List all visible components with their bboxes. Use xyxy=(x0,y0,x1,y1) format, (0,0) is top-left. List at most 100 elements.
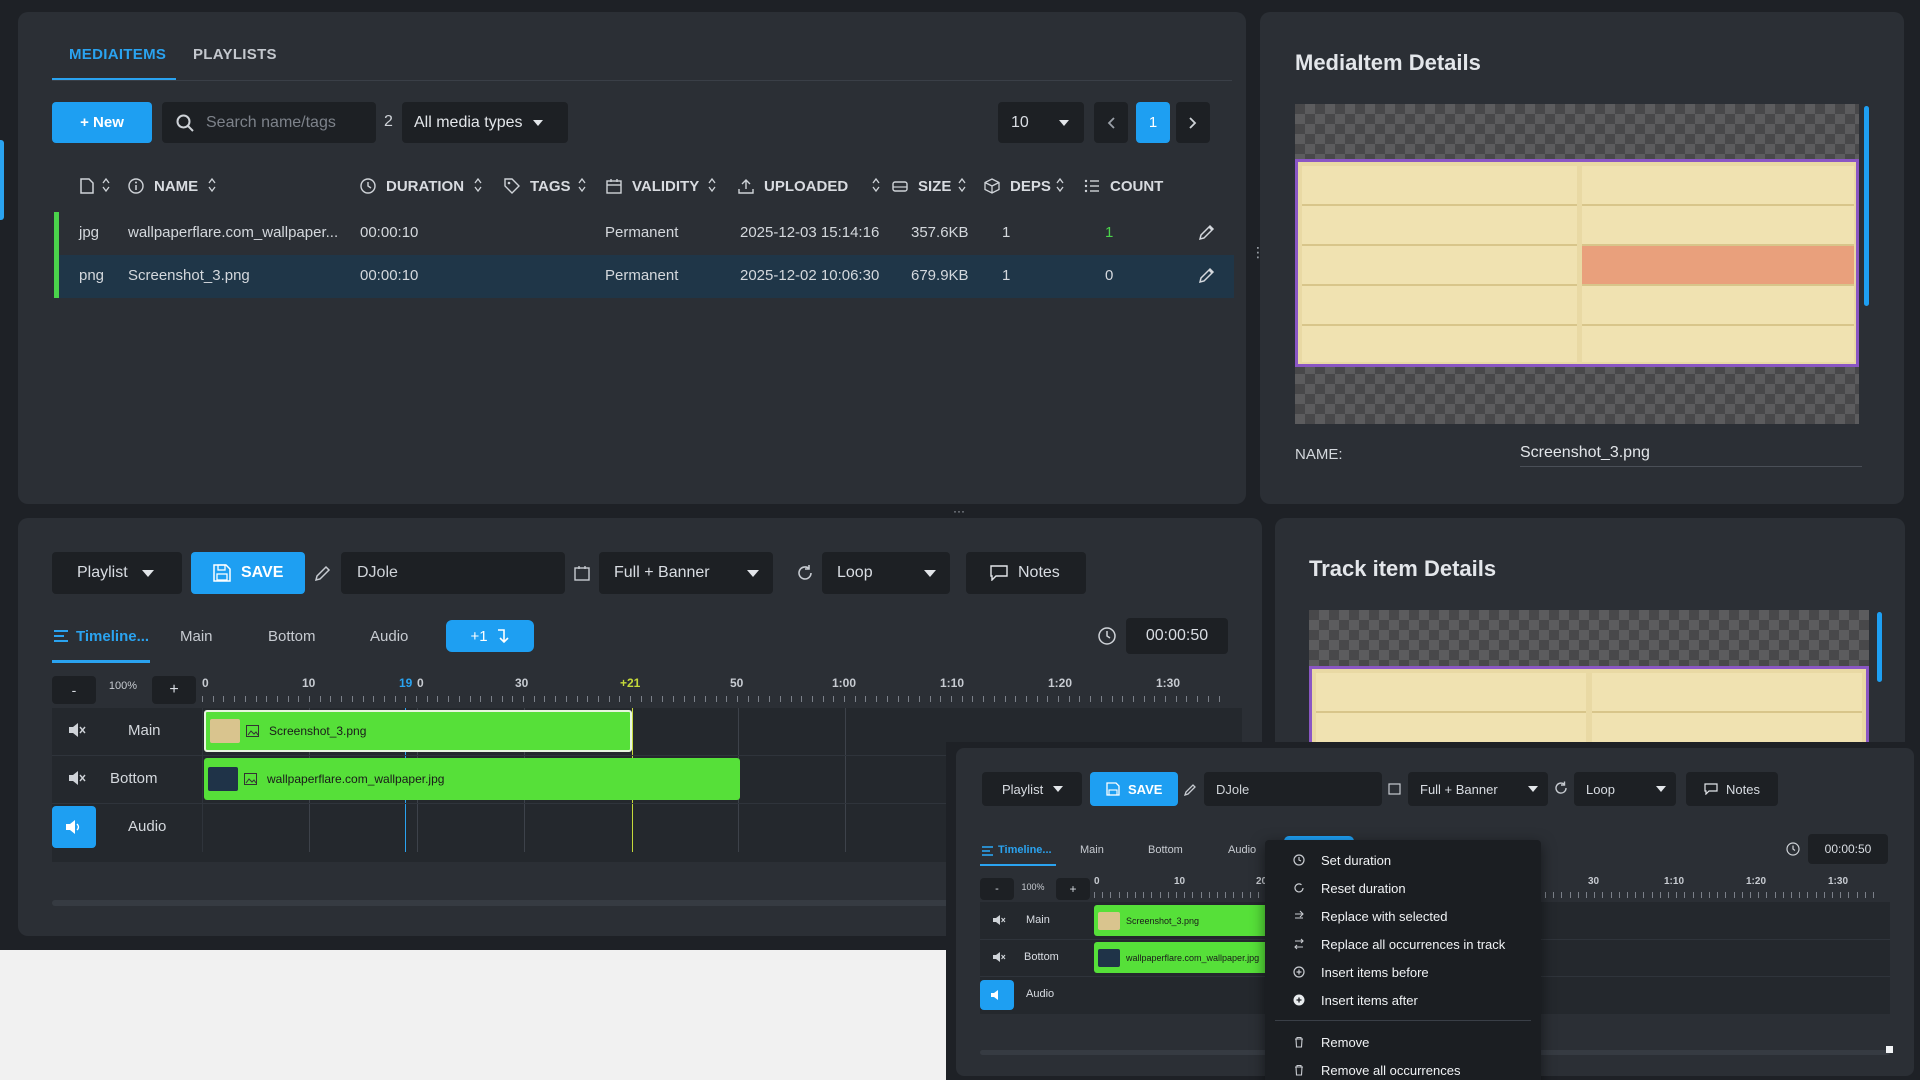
overlay-tab-audio[interactable]: Audio xyxy=(1228,844,1256,856)
row-count: 1 xyxy=(1105,224,1114,241)
menu-item-insert-before[interactable]: Insert items before xyxy=(1265,958,1541,986)
menu-item-set-duration[interactable]: Set duration xyxy=(1265,846,1541,874)
tab-main[interactable]: Main xyxy=(180,628,213,645)
notes-button[interactable]: Notes xyxy=(966,552,1086,594)
col-uploaded[interactable]: UPLOADED xyxy=(764,178,848,195)
sort-icon[interactable] xyxy=(708,177,716,193)
menu-item-insert-after[interactable]: Insert items after xyxy=(1265,986,1541,1014)
tab-bottom[interactable]: Bottom xyxy=(268,628,316,645)
overlay-notes-button[interactable]: Notes xyxy=(1686,772,1778,806)
ruler-label: 50 xyxy=(730,676,744,690)
col-count[interactable]: COUNT xyxy=(1110,178,1163,195)
upload-icon xyxy=(738,178,754,194)
overlay-layout-select[interactable]: Full + Banner xyxy=(1408,772,1548,806)
playlist-dropdown[interactable]: Playlist xyxy=(52,552,182,594)
clip-wallpaper[interactable]: wallpaperflare.com_wallpaper.jpg xyxy=(204,758,740,800)
row-validity: Permanent xyxy=(605,267,679,284)
clock-icon xyxy=(1786,842,1800,856)
ruler-tick xyxy=(1791,892,1792,898)
overlay-window: Playlist SAVE DJole Full + Banner Loop N… xyxy=(946,742,1920,1080)
edit-pencil-icon[interactable] xyxy=(1198,223,1216,241)
prev-page-button[interactable] xyxy=(1094,102,1128,143)
col-duration[interactable]: DURATION xyxy=(386,178,464,195)
clip-screenshot[interactable]: Screenshot_3.png xyxy=(204,710,632,752)
page-1-button[interactable]: 1 xyxy=(1136,102,1170,143)
table-row[interactable]: jpg wallpaperflare.com_wallpaper... 00:0… xyxy=(54,212,1234,255)
track-preview-scrollbar[interactable] xyxy=(1877,612,1882,682)
edit-pencil-icon[interactable] xyxy=(1184,782,1198,796)
loop-refresh-icon[interactable] xyxy=(1554,781,1568,795)
overlay-mode-select[interactable]: Loop xyxy=(1574,772,1676,806)
sort-icon[interactable] xyxy=(578,177,586,193)
overlay-resize-corner[interactable] xyxy=(1886,1046,1893,1053)
details-title: MediaItem Details xyxy=(1295,50,1481,75)
layout-select[interactable]: Full + Banner xyxy=(599,552,773,594)
page-size-select[interactable]: 10 xyxy=(998,102,1084,143)
overlay-ruler-label: 1:10 xyxy=(1664,876,1685,887)
menu-item-reset-duration[interactable]: Reset duration xyxy=(1265,874,1541,902)
timeline-ruler[interactable]: 0 10 19 0 30 +21 50 1:00 1:10 1:20 1:30 xyxy=(202,676,1242,704)
preview-scrollbar[interactable] xyxy=(1864,106,1869,306)
sort-icon[interactable] xyxy=(102,177,110,193)
menu-item-remove[interactable]: Remove xyxy=(1265,1028,1541,1056)
overlay-panel: Playlist SAVE DJole Full + Banner Loop N… xyxy=(956,748,1914,1080)
ruler-tick xyxy=(801,696,803,702)
menu-item-replace-all[interactable]: Replace all occurrences in track xyxy=(1265,930,1541,958)
tab-mediaitems[interactable]: MEDIAITEMS xyxy=(69,46,166,63)
overlay-save-button[interactable]: SAVE xyxy=(1090,772,1178,806)
col-deps[interactable]: DEPS xyxy=(1010,178,1051,195)
calendar-icon[interactable] xyxy=(1388,782,1401,795)
zoom-in-button[interactable]: + xyxy=(152,676,196,704)
add-items-button[interactable]: +1 xyxy=(446,620,534,652)
overlay-tab-bottom[interactable]: Bottom xyxy=(1148,844,1183,856)
new-button[interactable]: + New xyxy=(52,102,152,143)
sort-icon[interactable] xyxy=(872,177,880,193)
zoom-out-button[interactable]: - xyxy=(52,676,96,704)
horizontal-resize-handle[interactable]: ··· xyxy=(953,504,965,518)
menu-item-replace-selected[interactable]: Replace with selected xyxy=(1265,902,1541,930)
overlay-zoom-in-button[interactable]: + xyxy=(1056,878,1090,900)
overlay-track-label-audio: Audio xyxy=(1026,988,1055,1000)
next-page-button[interactable] xyxy=(1176,102,1210,143)
col-name[interactable]: NAME xyxy=(154,178,198,195)
col-tags[interactable]: TAGS xyxy=(530,178,571,195)
playlist-name-input[interactable]: DJole xyxy=(341,552,565,594)
vertical-resize-handle[interactable]: ⋮ xyxy=(1251,245,1265,264)
sort-icon[interactable] xyxy=(958,177,966,193)
calendar-icon[interactable] xyxy=(574,565,590,581)
ruler-tick xyxy=(276,696,278,702)
edit-pencil-icon[interactable] xyxy=(1198,266,1216,284)
mute-icon[interactable] xyxy=(68,722,86,738)
audio-volume-button[interactable] xyxy=(52,806,96,848)
replace-all-icon xyxy=(1289,938,1309,950)
ruler-tick xyxy=(383,696,385,702)
overlay-tab-main[interactable]: Main xyxy=(1080,844,1104,856)
overlay-playlist-dropdown[interactable]: Playlist xyxy=(982,772,1082,806)
edit-pencil-icon[interactable] xyxy=(314,564,332,582)
ruler-label: 0 xyxy=(417,676,424,690)
tab-playlists[interactable]: PLAYLISTS xyxy=(193,46,277,63)
loop-refresh-icon[interactable] xyxy=(796,564,814,582)
mode-select[interactable]: Loop xyxy=(822,552,950,594)
overlay-playlist-name[interactable]: DJole xyxy=(1204,772,1382,806)
mute-icon[interactable] xyxy=(992,914,1006,926)
table-row[interactable]: png Screenshot_3.png 00:00:10 Permanent … xyxy=(54,255,1234,298)
file-icon[interactable] xyxy=(80,178,94,194)
sort-icon[interactable] xyxy=(1056,177,1064,193)
search-input[interactable]: Search name/tags xyxy=(162,102,376,143)
ruler-tick xyxy=(630,696,631,702)
overlay-zoom-out-button[interactable]: - xyxy=(980,878,1014,900)
overlay-audio-volume-button[interactable] xyxy=(980,980,1014,1010)
tab-audio[interactable]: Audio xyxy=(370,628,408,645)
media-type-select[interactable]: All media types xyxy=(402,102,568,143)
menu-item-remove-all[interactable]: Remove all occurrences xyxy=(1265,1056,1541,1080)
col-size[interactable]: SIZE xyxy=(918,178,951,195)
mute-icon[interactable] xyxy=(992,951,1006,963)
sort-icon[interactable] xyxy=(208,177,216,193)
tab-timeline[interactable]: Timeline... xyxy=(76,628,149,645)
col-validity[interactable]: VALIDITY xyxy=(632,178,699,195)
sort-icon[interactable] xyxy=(474,177,482,193)
save-button[interactable]: SAVE xyxy=(191,552,305,594)
mute-icon[interactable] xyxy=(68,770,86,786)
overlay-tab-timeline[interactable]: Timeline... xyxy=(998,844,1052,856)
